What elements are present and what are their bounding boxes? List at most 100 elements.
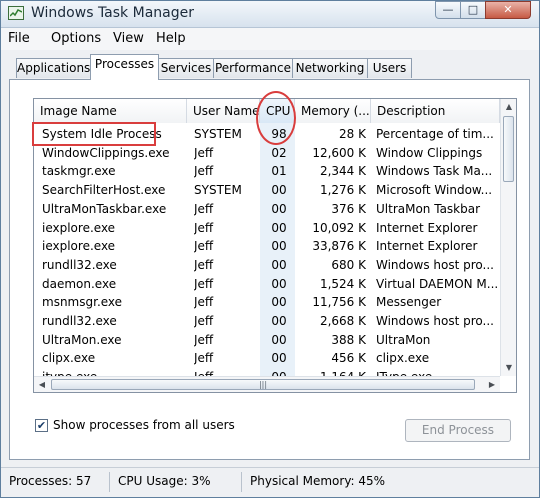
process-user: Jeff: [194, 239, 214, 254]
process-user: Jeff: [194, 220, 214, 235]
process-name: rundll32.exe: [42, 257, 117, 272]
window-title: Windows Task Manager: [31, 5, 194, 21]
close-icon: ✕: [503, 3, 513, 16]
process-description: UltraMon Taskbar: [376, 201, 481, 216]
menu-options[interactable]: Options: [51, 31, 101, 46]
process-description: Internet Explorer: [376, 239, 478, 254]
scroll-right-icon[interactable]: ▶: [484, 377, 500, 392]
column-image-name[interactable]: Image Name: [34, 99, 187, 123]
process-cpu: 02: [271, 145, 287, 160]
process-user: SYSTEM: [194, 183, 242, 198]
table-row[interactable]: UltraMon.exe Jeff 00 388 K UltraMon: [34, 331, 502, 350]
table-row[interactable]: msnmsgr.exe Jeff 00 11,756 K Messenger: [34, 293, 502, 312]
close-button[interactable]: ✕: [485, 1, 531, 19]
table-row[interactable]: daemon.exe Jeff 00 1,524 K Virtual DAEMON M.…: [34, 275, 502, 294]
tab-users[interactable]: Users: [367, 58, 412, 78]
status-divider: [241, 472, 242, 492]
process-memory: 376 K: [331, 201, 366, 216]
show-all-processes-checkbox[interactable]: ✔: [35, 419, 48, 432]
column-memory[interactable]: Memory (...: [295, 99, 371, 123]
process-description: Percentage of tim...: [376, 127, 494, 141]
process-name: WindowClippings.exe: [42, 145, 170, 160]
minimize-icon: —: [442, 3, 454, 16]
process-name: SearchFilterHost.exe: [42, 183, 166, 198]
table-row[interactable]: taskmgr.exe Jeff 01 2,344 K Windows Task Ma.…: [34, 162, 502, 181]
process-user: Jeff: [194, 276, 214, 291]
process-description: Virtual DAEMON M...: [376, 276, 498, 291]
process-description: Messenger: [376, 295, 442, 310]
column-description[interactable]: Description: [371, 99, 500, 123]
process-user: Jeff: [194, 351, 214, 366]
process-cpu: 01: [271, 164, 287, 179]
table-row[interactable]: UltraMonTaskbar.exe Jeff 00 376 K UltraMon T…: [34, 200, 502, 219]
process-user: SYSTEM: [194, 127, 242, 141]
process-description: Internet Explorer: [376, 220, 478, 235]
end-process-button[interactable]: End Process: [405, 419, 511, 442]
process-cpu: 00: [271, 332, 287, 347]
process-user: Jeff: [194, 295, 214, 310]
horizontal-scrollbar[interactable]: ◀ ||| ▶: [34, 376, 500, 392]
process-memory: 11,756 K: [312, 295, 366, 310]
tab-services[interactable]: Services: [158, 58, 214, 78]
process-memory: 28 K: [339, 127, 366, 141]
process-cpu: 00: [271, 314, 287, 328]
title-bar[interactable]: Windows Task Manager — □ ✕: [1, 1, 539, 28]
task-manager-icon: [8, 6, 24, 20]
table-row[interactable]: WindowClippings.exe Jeff 02 12,600 K Window …: [34, 144, 502, 163]
process-name: daemon.exe: [42, 276, 117, 291]
process-memory: 388 K: [331, 332, 366, 347]
process-user: Jeff: [194, 201, 214, 216]
process-cpu: 00: [271, 295, 287, 310]
process-user: Jeff: [194, 257, 214, 272]
tab-performance[interactable]: Performance: [213, 58, 293, 78]
horizontal-scroll-thumb[interactable]: |||: [51, 379, 475, 390]
process-user: Jeff: [194, 314, 214, 328]
highlight-circle-annotation: [256, 91, 296, 145]
tab-networking[interactable]: Networking: [292, 58, 368, 78]
process-memory: 1,524 K: [319, 276, 366, 291]
maximize-icon: □: [467, 3, 479, 16]
process-memory: 2,344 K: [319, 164, 366, 179]
table-row[interactable]: iexplore.exe Jeff 00 10,092 K Internet Explo…: [34, 219, 502, 238]
show-all-processes-label[interactable]: Show processes from all users: [53, 418, 235, 432]
maximize-button[interactable]: □: [460, 1, 486, 19]
process-memory: 12,600 K: [312, 145, 366, 160]
process-memory: 33,876 K: [312, 239, 366, 254]
process-name: rundll32.exe: [42, 314, 117, 328]
scroll-down-icon[interactable]: ▼: [501, 360, 516, 376]
process-memory: 456 K: [331, 351, 366, 366]
checkmark-icon: ✔: [36, 419, 47, 432]
process-memory: 2,668 K: [319, 314, 366, 328]
menu-view[interactable]: View: [113, 31, 144, 46]
column-user-name[interactable]: User Name: [187, 99, 260, 123]
vertical-scrollbar[interactable]: ▲ ▼: [500, 99, 516, 376]
process-cpu: 00: [271, 239, 287, 254]
process-cpu: 00: [271, 201, 287, 216]
status-bar: Processes: 57 CPU Usage: 3% Physical Mem…: [1, 467, 539, 497]
process-description: Microsoft Window...: [376, 183, 493, 198]
table-row[interactable]: iexplore.exe Jeff 00 33,876 K Internet Explo…: [34, 237, 502, 256]
tab-processes[interactable]: Processes: [90, 54, 159, 80]
process-memory: 1,276 K: [319, 183, 366, 198]
minimize-button[interactable]: —: [435, 1, 461, 19]
scroll-left-icon[interactable]: ◀: [34, 377, 50, 392]
process-memory: 10,092 K: [312, 220, 366, 235]
table-row[interactable]: rundll32.exe Jeff 00 2,668 K Windows host pr…: [34, 312, 502, 331]
table-row[interactable]: clipx.exe Jeff 00 456 K clipx.exe: [34, 349, 502, 368]
tab-applications[interactable]: Applications: [16, 58, 91, 78]
vertical-scroll-thumb[interactable]: [503, 116, 514, 182]
process-name: UltraMonTaskbar.exe: [42, 201, 167, 216]
status-cpu-usage: CPU Usage: 3%: [118, 474, 211, 488]
menu-help[interactable]: Help: [156, 31, 186, 46]
process-name: iexplore.exe: [42, 239, 116, 254]
status-physical-memory: Physical Memory: 45%: [250, 474, 386, 488]
table-row[interactable]: rundll32.exe Jeff 00 680 K Windows host pro.…: [34, 256, 502, 275]
process-description: Window Clippings: [376, 145, 483, 160]
menu-file[interactable]: File: [8, 31, 30, 46]
process-name: UltraMon.exe: [42, 332, 122, 347]
table-row[interactable]: SearchFilterHost.exe SYSTEM 00 1,276 K Micro…: [34, 181, 502, 200]
process-cpu: 00: [271, 276, 287, 291]
process-description: Windows Task Ma...: [376, 164, 493, 179]
process-user: Jeff: [194, 164, 214, 179]
scroll-up-icon[interactable]: ▲: [501, 99, 516, 115]
